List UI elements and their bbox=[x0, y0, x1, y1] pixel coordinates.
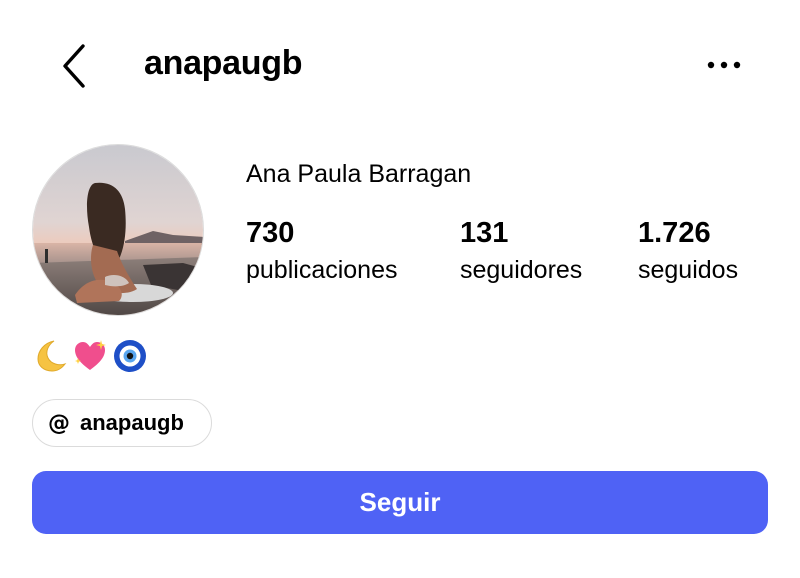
profile-username: anapaugb bbox=[144, 44, 303, 82]
threads-icon: @ bbox=[48, 410, 70, 436]
more-options-button[interactable] bbox=[700, 50, 748, 80]
stat-followers-count: 131 bbox=[460, 217, 509, 249]
stat-following[interactable]: 1.726 seguidos bbox=[638, 216, 738, 290]
stat-following-count: 1.726 bbox=[638, 217, 711, 249]
sparkling-heart-emoji bbox=[75, 340, 106, 370]
crescent-moon-emoji bbox=[37, 340, 67, 372]
follow-button[interactable]: Seguir bbox=[32, 471, 768, 534]
profile-full-name: Ana Paula Barragan bbox=[246, 160, 472, 188]
stat-followers[interactable]: 131 seguidores bbox=[460, 216, 582, 290]
more-horizontal-icon bbox=[707, 61, 741, 69]
avatar[interactable] bbox=[32, 144, 204, 316]
stat-following-label: seguidos bbox=[638, 256, 739, 284]
chevron-left-icon bbox=[63, 44, 85, 88]
threads-profile-link[interactable]: @ anapaugb bbox=[32, 399, 212, 447]
profile-bio bbox=[32, 336, 148, 376]
stat-posts[interactable]: 730 publicaciones bbox=[246, 216, 398, 290]
stat-posts-count: 730 bbox=[246, 217, 295, 249]
nazar-amulet-emoji bbox=[114, 340, 146, 372]
stat-posts-label: publicaciones bbox=[246, 256, 398, 284]
back-button[interactable] bbox=[52, 40, 98, 92]
stat-followers-label: seguidores bbox=[460, 256, 583, 284]
profile-photo bbox=[33, 145, 203, 315]
threads-handle: anapaugb bbox=[80, 410, 184, 435]
top-bar: anapaugb bbox=[0, 0, 800, 130]
